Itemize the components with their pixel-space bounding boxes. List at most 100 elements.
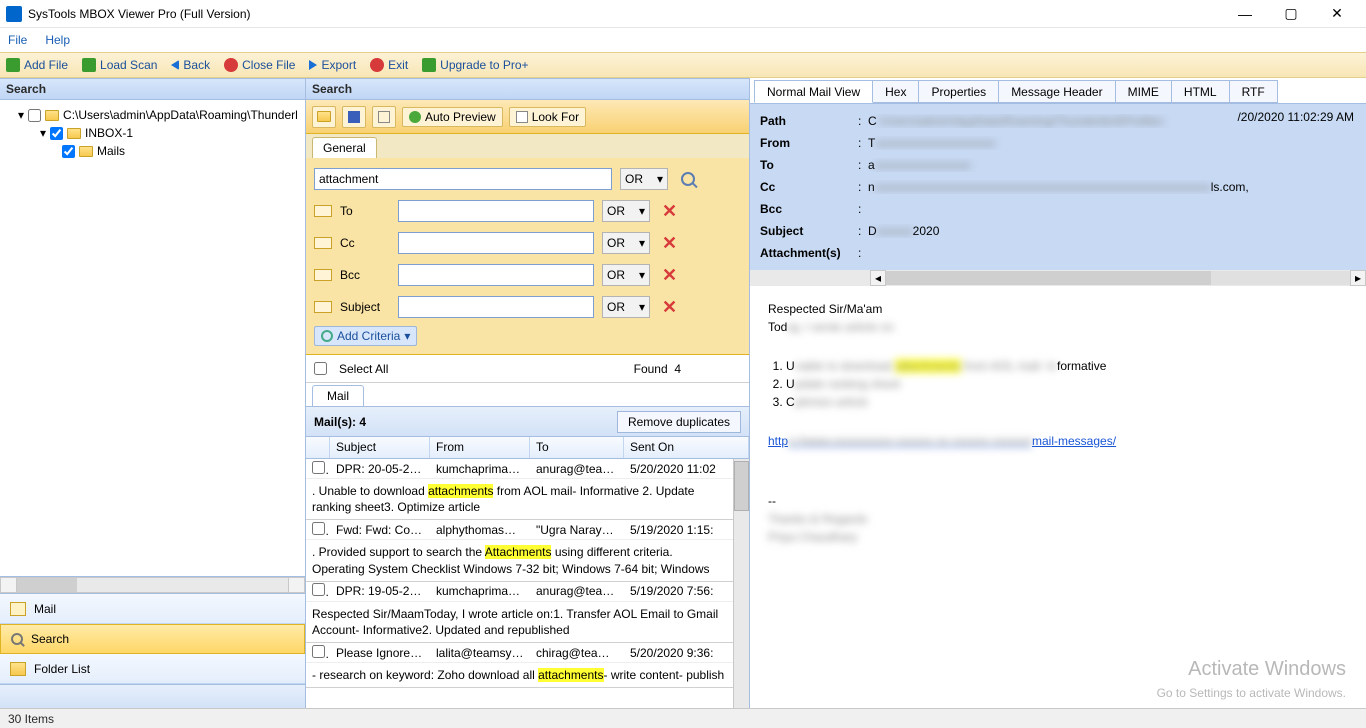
mail-icon <box>10 602 26 616</box>
row-checkbox[interactable] <box>312 522 325 535</box>
add-file-button[interactable]: Add File <box>6 58 68 72</box>
load-scan-button[interactable]: Load Scan <box>82 58 157 72</box>
run-search-button[interactable] <box>676 167 700 191</box>
tree-root-checkbox[interactable] <box>28 109 41 122</box>
table-row[interactable]: Fwd: Fwd: Congr...alphythomas@te..."Ugra… <box>306 520 733 540</box>
select-all-checkbox[interactable] <box>314 362 327 375</box>
upgrade-button[interactable]: Upgrade to Pro+ <box>422 58 528 72</box>
col-to[interactable]: To <box>530 437 624 458</box>
remove-duplicates-button[interactable]: Remove duplicates <box>617 411 741 433</box>
tree-mails[interactable]: Mails <box>4 142 301 160</box>
col-from[interactable]: From <box>430 437 530 458</box>
maximize-button[interactable]: ▢ <box>1268 0 1314 28</box>
remove-subject-button[interactable]: ✕ <box>658 297 681 318</box>
tree-horizontal-scrollbar[interactable] <box>0 577 305 593</box>
remove-bcc-button[interactable]: ✕ <box>658 265 681 286</box>
to-input[interactable] <box>398 200 594 222</box>
tree-root[interactable]: ▾ C:\Users\admin\AppData\Roaming\Thunder… <box>4 106 301 124</box>
label-to: To <box>340 204 390 218</box>
remove-to-button[interactable]: ✕ <box>658 201 681 222</box>
row-checkbox[interactable] <box>312 583 325 596</box>
to-operator[interactable]: OR▾ <box>602 200 650 222</box>
tab-mime[interactable]: MIME <box>1115 80 1172 103</box>
folder-icon <box>67 128 81 139</box>
tab-html[interactable]: HTML <box>1171 80 1230 103</box>
save-search-button[interactable] <box>342 106 366 128</box>
label-subject: Subject <box>340 300 390 314</box>
nav-folder-list[interactable]: Folder List <box>0 654 305 684</box>
operator-select[interactable]: OR▾ <box>620 168 668 190</box>
load-icon <box>82 58 96 72</box>
results-vertical-scrollbar[interactable] <box>733 459 749 708</box>
select-all-label: Select All <box>339 362 388 376</box>
tab-mail[interactable]: Mail <box>312 385 364 406</box>
search-toolbar: Auto Preview Look For <box>306 100 749 134</box>
table-row[interactable]: DPR: 19-05-2020kumchapriman@...anurag@te… <box>306 582 733 602</box>
tree-mails-checkbox[interactable] <box>62 145 75 158</box>
results-header: Subject From To Sent On <box>306 437 749 459</box>
cc-input[interactable] <box>398 232 594 254</box>
tab-message-header[interactable]: Message Header <box>998 80 1115 103</box>
remove-cc-button[interactable]: ✕ <box>658 233 681 254</box>
table-row[interactable]: DPR: 20-05-2020kumchapriman@...anurag@te… <box>306 459 733 479</box>
body-link[interactable]: https://www.xxxxxxxxxx-xxxxxx-xx-xxxxxx-… <box>768 434 1116 448</box>
found-count: 4 <box>674 362 681 376</box>
col-subject[interactable]: Subject <box>330 437 430 458</box>
exit-button[interactable]: Exit <box>370 58 408 72</box>
add-criteria-button[interactable]: Add Criteria▾ <box>314 326 417 346</box>
table-row[interactable]: Please Ignore Pr...lalita@teamsysto...ch… <box>306 643 733 663</box>
auto-preview-button[interactable]: Auto Preview <box>402 107 503 127</box>
close-file-button[interactable]: Close File <box>224 58 295 72</box>
bcc-operator[interactable]: OR▾ <box>602 264 650 286</box>
minimize-button[interactable]: — <box>1222 0 1268 28</box>
row-checkbox[interactable] <box>312 461 325 474</box>
tree-inbox-checkbox[interactable] <box>50 127 63 140</box>
row-snippet: - research on keyword: Zoho download all… <box>306 663 733 688</box>
tab-normal-view[interactable]: Normal Mail View <box>754 80 873 103</box>
open-search-button[interactable] <box>312 106 336 128</box>
search-panel-title: Search <box>306 78 749 100</box>
subject-operator[interactable]: OR▾ <box>602 296 650 318</box>
col-sent[interactable]: Sent On <box>624 437 749 458</box>
search-panel: Search Auto Preview Look For General OR▾… <box>306 78 750 708</box>
tab-rtf[interactable]: RTF <box>1229 80 1278 103</box>
label-cc: Cc <box>340 236 390 250</box>
tab-general[interactable]: General <box>312 137 377 158</box>
label-bcc: Bcc <box>340 268 390 282</box>
meta-horizontal-scrollbar[interactable]: ◂ ▸ <box>750 270 1366 286</box>
menu-file[interactable]: File <box>8 33 27 47</box>
row-checkbox[interactable] <box>312 645 325 658</box>
status-items: 30 Items <box>8 712 54 726</box>
close-window-button[interactable]: ✕ <box>1314 0 1360 28</box>
tree-inbox[interactable]: ▾ INBOX-1 <box>4 124 301 142</box>
message-body: Respected Sir/Ma'am Today, I wrote artic… <box>750 286 1366 708</box>
tab-properties[interactable]: Properties <box>918 80 999 103</box>
back-button[interactable]: Back <box>171 58 210 72</box>
status-bar: 30 Items <box>0 708 1366 728</box>
folder-icon <box>45 110 59 121</box>
found-bar: Select All Found 4 <box>306 355 749 383</box>
subject-input[interactable] <box>398 296 594 318</box>
export-icon <box>309 60 317 70</box>
clear-search-button[interactable] <box>372 106 396 128</box>
results-tabs: Mail <box>306 383 749 407</box>
look-for-button[interactable]: Look For <box>509 107 586 127</box>
export-button[interactable]: Export <box>309 58 356 72</box>
message-metadata: /20/2020 11:02:29 AM Path:C:\Users\admin… <box>750 104 1366 270</box>
menu-help[interactable]: Help <box>45 33 70 47</box>
search-main-input[interactable] <box>314 168 612 190</box>
nav-mail[interactable]: Mail <box>0 594 305 624</box>
tab-hex[interactable]: Hex <box>872 80 919 103</box>
folder-tree[interactable]: ▾ C:\Users\admin\AppData\Roaming\Thunder… <box>0 100 305 577</box>
magnifier-icon <box>681 172 695 186</box>
envelope-icon <box>314 205 332 217</box>
window-title: SysTools MBOX Viewer Pro (Full Version) <box>28 7 1222 21</box>
windows-watermark: Activate Windows Go to Settings to activ… <box>1157 654 1346 702</box>
bcc-input[interactable] <box>398 264 594 286</box>
body-greeting: Respected Sir/Ma'am <box>768 300 1348 318</box>
cc-operator[interactable]: OR▾ <box>602 232 650 254</box>
row-snippet: . Provided support to search the Attachm… <box>306 540 733 581</box>
menu-bar: File Help <box>0 28 1366 52</box>
envelope-icon <box>314 301 332 313</box>
nav-search[interactable]: Search <box>0 624 305 654</box>
